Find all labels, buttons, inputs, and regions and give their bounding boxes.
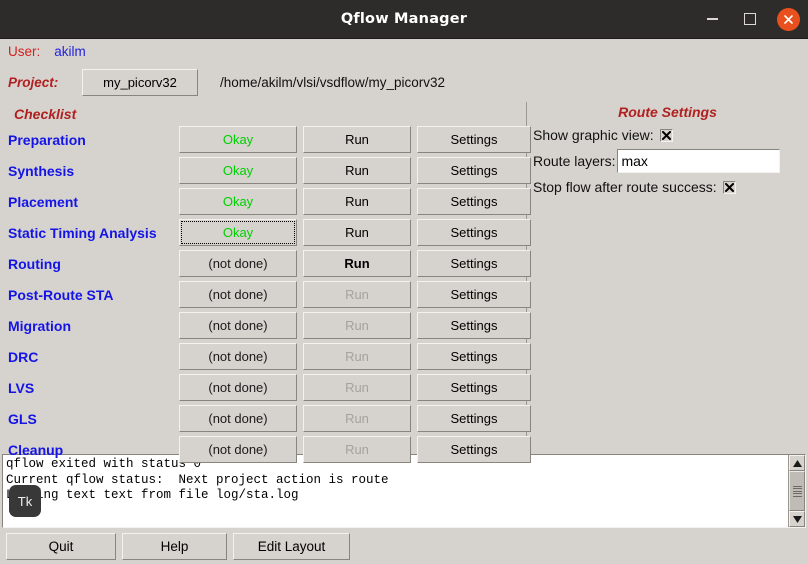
task-run-button: Run (303, 312, 411, 339)
stop-flow-checkbox[interactable] (722, 180, 736, 194)
task-label: Migration (8, 317, 71, 334)
task-run-button: Run (303, 343, 411, 370)
task-run-button: Run (303, 405, 411, 432)
stop-flow-row: Stop flow after route success: (533, 176, 802, 198)
log-console: qflow exited with status 0 Current qflow… (2, 454, 806, 528)
task-settings-button[interactable]: Settings (417, 219, 531, 246)
log-console-text[interactable]: qflow exited with status 0 Current qflow… (3, 455, 788, 527)
quit-button[interactable]: Quit (6, 532, 116, 560)
user-row: User: akilm (0, 39, 808, 63)
project-label: Project: (8, 75, 59, 90)
route-layers-row: Route layers: (533, 149, 802, 173)
maximize-icon[interactable] (739, 8, 761, 30)
task-label: DRC (8, 348, 39, 365)
task-status-button[interactable]: (not done) (179, 343, 297, 370)
task-status-button[interactable]: (not done) (179, 281, 297, 308)
task-settings-button[interactable]: Settings (417, 188, 531, 215)
task-label: GLS (8, 410, 37, 427)
user-value: akilm (54, 43, 86, 59)
close-icon[interactable] (777, 7, 800, 31)
main-body: Checklist Preparation Okay Run Settings Synt… (0, 102, 808, 517)
route-settings-pane: Route Settings Show graphic view: Route … (527, 102, 808, 451)
task-settings-button[interactable]: Settings (417, 281, 531, 308)
project-path: /home/akilm/vlsi/vsdflow/my_picorv32 (220, 75, 446, 90)
task-status-button[interactable]: (not done) (179, 436, 297, 463)
route-layers-input[interactable] (617, 149, 781, 173)
help-button[interactable]: Help (122, 532, 227, 560)
task-run-button: Run (303, 436, 411, 463)
tk-dock-icon[interactable]: Tk (9, 485, 41, 517)
scrollbar-grip (792, 484, 802, 498)
task-run-button: Run (303, 281, 411, 308)
task-label: Preparation (8, 131, 86, 148)
task-run-button[interactable]: Run (303, 219, 411, 246)
task-label: Static Timing Analysis (8, 224, 157, 241)
task-label: LVS (8, 379, 35, 396)
task-settings-button[interactable]: Settings (417, 250, 531, 277)
task-settings-button[interactable]: Settings (417, 343, 531, 370)
task-settings-button[interactable]: Settings (417, 436, 531, 463)
route-settings-title: Route Settings (618, 104, 717, 120)
log-scrollbar[interactable] (788, 455, 805, 527)
task-settings-button[interactable]: Settings (417, 126, 531, 153)
task-run-button[interactable]: Run (303, 126, 411, 153)
stop-flow-label: Stop flow after route success: (533, 179, 717, 195)
checklist-table: Preparation Okay Run Settings Synthesis Okay R… (0, 124, 531, 465)
route-layers-label: Route layers: (533, 153, 616, 169)
task-status-button[interactable]: (not done) (179, 312, 297, 339)
task-settings-button[interactable]: Settings (417, 374, 531, 401)
qflow-manager-window: Qflow Manager User: akilm Project: my_pi… (0, 0, 808, 564)
task-run-button[interactable]: Run (303, 188, 411, 215)
task-settings-button[interactable]: Settings (417, 157, 531, 184)
minimize-icon[interactable] (701, 8, 723, 30)
task-run-button: Run (303, 374, 411, 401)
task-label: Routing (8, 255, 61, 272)
task-label: Cleanup (8, 441, 64, 458)
task-status-button[interactable]: Okay (179, 219, 297, 246)
window-title: Qflow Manager (340, 11, 468, 27)
window-controls (701, 0, 800, 38)
task-status-button[interactable]: (not done) (179, 405, 297, 432)
scroll-up-icon[interactable] (789, 455, 805, 471)
task-status-button[interactable]: Okay (179, 188, 297, 215)
task-status-button[interactable]: Okay (179, 157, 297, 184)
footer-buttons: Quit Help Edit Layout (0, 528, 808, 564)
task-status-button[interactable]: (not done) (179, 250, 297, 277)
scrollbar-thumb[interactable] (789, 471, 805, 511)
project-select-button[interactable]: my_picorv32 (82, 69, 198, 96)
task-label: Post-Route STA (8, 286, 114, 303)
show-graphic-view-label: Show graphic view: (533, 127, 654, 143)
task-status-button[interactable]: Okay (179, 126, 297, 153)
task-settings-button[interactable]: Settings (417, 405, 531, 432)
task-run-button[interactable]: Run (303, 157, 411, 184)
user-label: User: (8, 43, 41, 59)
task-run-button[interactable]: Run (303, 250, 411, 277)
task-status-button[interactable]: (not done) (179, 374, 297, 401)
checklist-pane: Checklist Preparation Okay Run Settings Synt… (0, 102, 531, 517)
checklist-title: Checklist (14, 106, 77, 122)
task-settings-button[interactable]: Settings (417, 312, 531, 339)
task-label: Placement (8, 193, 79, 210)
project-row: Project: my_picorv32 /home/akilm/vlsi/vs… (0, 63, 808, 102)
show-graphic-view-row: Show graphic view: (533, 124, 802, 146)
titlebar: Qflow Manager (0, 0, 808, 39)
edit-layout-button[interactable]: Edit Layout (233, 532, 350, 560)
scroll-down-icon[interactable] (789, 511, 805, 527)
task-label: Synthesis (8, 162, 75, 179)
show-graphic-view-checkbox[interactable] (659, 128, 673, 142)
